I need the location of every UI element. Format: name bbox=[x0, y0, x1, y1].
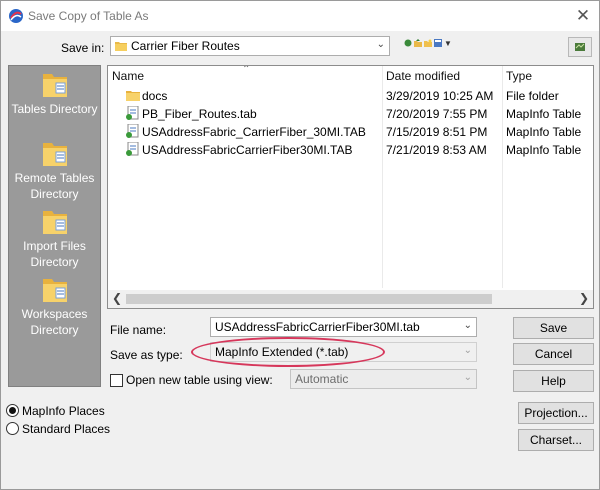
save-in-label: Save in: bbox=[61, 41, 105, 55]
back-icon[interactable] bbox=[404, 39, 412, 47]
window-title: Save Copy of Table As bbox=[28, 9, 149, 23]
remote-tables-directory-icon bbox=[42, 143, 67, 166]
table-file-icon bbox=[126, 142, 139, 156]
file-list[interactable]: Name ⌃ Date modified Type docs 3/29/2019… bbox=[107, 65, 594, 309]
file-name-input[interactable]: USAddressFabricCarrierFiber30MI.tab ⌄ bbox=[210, 317, 477, 337]
scroll-left-icon[interactable]: ❮ bbox=[112, 291, 122, 305]
places-panel: Tables Directory Remote Tables Directory… bbox=[8, 65, 101, 387]
save-as-type-label: Save as type: bbox=[110, 348, 183, 362]
folder-icon bbox=[115, 42, 127, 51]
column-header-type[interactable]: Type bbox=[506, 69, 532, 83]
file-row-usaddressfabriccarrierfiber30mi[interactable]: USAddressFabricCarrierFiber30MI.TAB 7/21… bbox=[126, 141, 593, 159]
column-header-name[interactable]: Name bbox=[112, 69, 144, 83]
navigation-toolbar: ▼ bbox=[404, 37, 452, 49]
chevron-down-icon: ⌄ bbox=[463, 372, 472, 383]
file-name: docs bbox=[142, 89, 168, 103]
table-file-icon bbox=[126, 106, 139, 120]
folder-icon bbox=[126, 91, 140, 101]
file-type: File folder bbox=[506, 89, 559, 103]
file-name: USAddressFabricCarrierFiber30MI.TAB bbox=[142, 143, 353, 157]
chevron-down-icon[interactable]: ⌄ bbox=[464, 320, 472, 331]
file-date: 7/20/2019 7:55 PM bbox=[386, 107, 488, 121]
file-row-usaddressfabric-carrierfiber-30mi[interactable]: USAddressFabric_CarrierFiber_30MI.TAB 7/… bbox=[126, 123, 593, 141]
place-label: Tables Directory bbox=[11, 102, 98, 116]
charset-button[interactable]: Charset... bbox=[518, 429, 594, 451]
workspaces-directory-icon bbox=[42, 279, 67, 302]
title-bar: Save Copy of Table As ✕ bbox=[1, 1, 599, 31]
save-button[interactable]: Save bbox=[513, 317, 594, 339]
file-date: 7/21/2019 8:53 AM bbox=[386, 143, 487, 157]
save-in-dropdown[interactable]: Carrier Fiber Routes ⌄ bbox=[110, 36, 390, 56]
help-button[interactable]: Help bbox=[513, 370, 594, 392]
close-button[interactable]: ✕ bbox=[571, 5, 595, 27]
file-date: 7/15/2019 8:51 PM bbox=[386, 125, 488, 139]
chevron-down-icon: ⌄ bbox=[463, 345, 472, 356]
file-row-pb-fiber-routes[interactable]: PB_Fiber_Routes.tab 7/20/2019 7:55 PM Ma… bbox=[126, 105, 593, 123]
file-type: MapInfo Table bbox=[506, 125, 582, 139]
import-files-directory-icon bbox=[42, 211, 67, 234]
file-date: 3/29/2019 10:25 AM bbox=[386, 89, 494, 103]
up-folder-icon[interactable] bbox=[414, 39, 422, 47]
tables-directory-icon bbox=[42, 74, 67, 97]
projection-button[interactable]: Projection... bbox=[518, 402, 594, 424]
map-icon bbox=[575, 43, 585, 51]
mapinfo-places-radio[interactable] bbox=[6, 404, 19, 417]
file-type: MapInfo Table bbox=[506, 107, 582, 121]
file-name: USAddressFabric_CarrierFiber_30MI.TAB bbox=[142, 125, 366, 139]
view-value: Automatic bbox=[295, 372, 349, 386]
place-import-files-directory[interactable]: Import Files Directory bbox=[9, 206, 100, 270]
column-header-date[interactable]: Date modified bbox=[386, 69, 460, 83]
file-name-value: USAddressFabricCarrierFiber30MI.tab bbox=[215, 320, 420, 334]
place-label: Remote Tables Directory bbox=[14, 171, 95, 201]
place-remote-tables-directory[interactable]: Remote Tables Directory bbox=[9, 138, 100, 202]
open-new-table-checkbox[interactable] bbox=[110, 374, 123, 387]
scrollbar-thumb[interactable] bbox=[126, 294, 492, 304]
place-label: Workspaces Directory bbox=[21, 307, 88, 337]
app-icon bbox=[9, 9, 23, 23]
place-tables-directory[interactable]: Tables Directory bbox=[9, 69, 100, 117]
table-file-icon bbox=[126, 124, 139, 138]
new-folder-icon[interactable] bbox=[424, 39, 432, 47]
sort-ascending-icon: ⌃ bbox=[242, 65, 251, 75]
open-new-table-label: Open new table using view: bbox=[126, 373, 273, 387]
place-label: Import Files Directory bbox=[23, 239, 86, 269]
horizontal-scrollbar[interactable]: ❮ ❯ bbox=[108, 290, 593, 308]
standard-places-label: Standard Places bbox=[22, 422, 111, 436]
standard-places-radio[interactable] bbox=[6, 422, 19, 435]
file-name: PB_Fiber_Routes.tab bbox=[142, 107, 257, 121]
place-workspaces-directory[interactable]: Workspaces Directory bbox=[9, 274, 100, 338]
view-menu-icon[interactable] bbox=[434, 39, 442, 47]
view-dropdown: Automatic ⌄ bbox=[290, 369, 477, 389]
scroll-right-icon[interactable]: ❯ bbox=[579, 291, 589, 305]
map-view-button[interactable] bbox=[568, 37, 592, 57]
save-copy-dialog: Save Copy of Table As ✕ Save in: Carrier… bbox=[0, 0, 600, 490]
mapinfo-places-label: MapInfo Places bbox=[22, 404, 105, 418]
save-as-type-dropdown[interactable]: MapInfo Extended (*.tab) ⌄ bbox=[210, 342, 477, 362]
file-type: MapInfo Table bbox=[506, 143, 582, 157]
view-menu-arrow-icon[interactable]: ▼ bbox=[444, 39, 452, 48]
cancel-button[interactable]: Cancel bbox=[513, 343, 594, 365]
file-row-docs[interactable]: docs 3/29/2019 10:25 AM File folder bbox=[126, 87, 593, 105]
file-name-label: File name: bbox=[110, 323, 167, 337]
save-in-value: Carrier Fiber Routes bbox=[131, 39, 240, 53]
chevron-down-icon: ⌄ bbox=[376, 39, 385, 50]
save-as-type-value: MapInfo Extended (*.tab) bbox=[215, 345, 349, 359]
